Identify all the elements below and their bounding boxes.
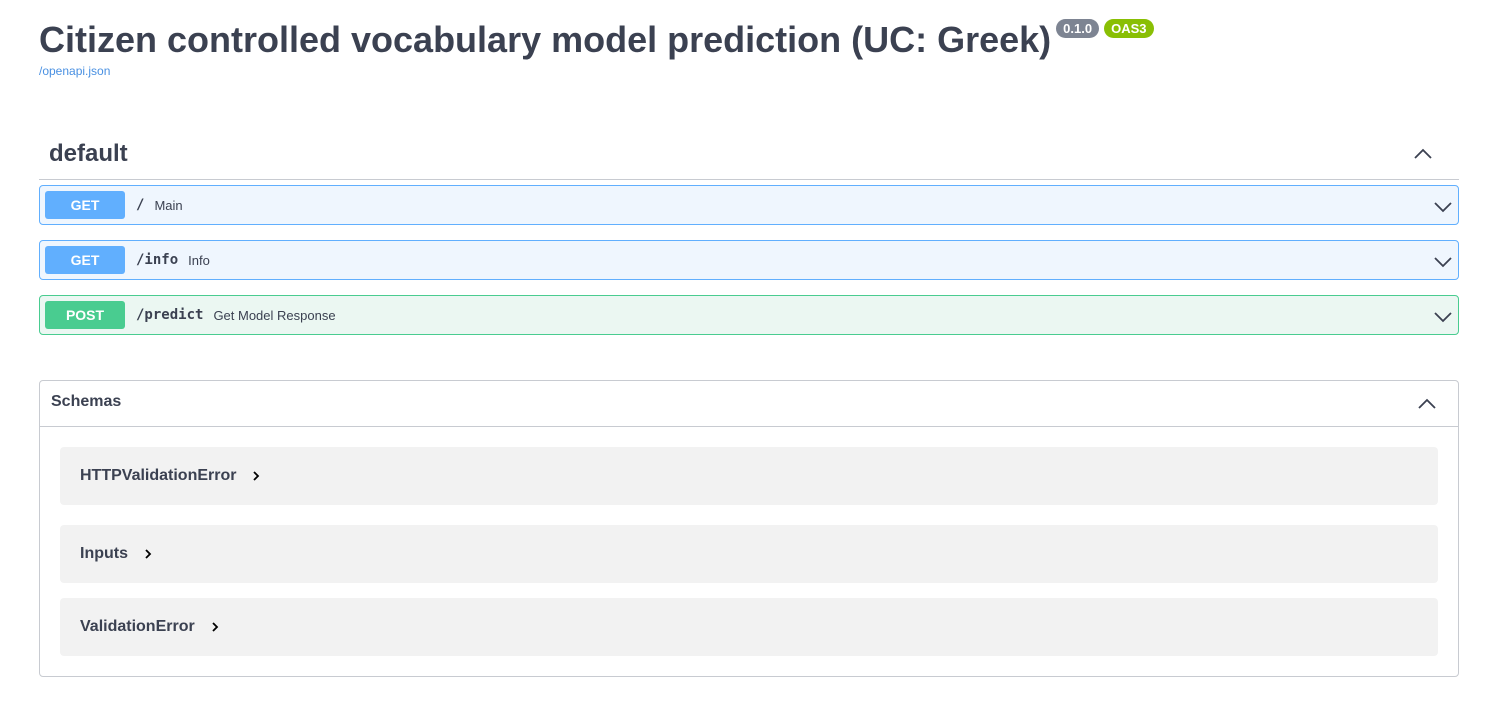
chevron-right-icon[interactable] [140, 546, 156, 562]
chevron-down-icon[interactable] [1432, 195, 1454, 217]
badges: 0.1.0 OAS3 [1056, 19, 1154, 38]
method-badge: GET [45, 246, 125, 274]
model-httpvalidationerror[interactable]: HTTPValidationError [60, 447, 1438, 505]
operation-post-predict[interactable]: POST /predict Get Model Response [39, 295, 1459, 335]
chevron-up-icon[interactable] [1416, 393, 1438, 415]
model-name: ValidationError [80, 618, 195, 635]
chevron-right-icon[interactable] [248, 468, 264, 484]
method-badge: POST [45, 301, 125, 329]
tag-name: default [49, 140, 128, 167]
model-validationerror[interactable]: ValidationError [60, 598, 1438, 656]
schemas-title: Schemas [51, 393, 122, 410]
method-badge: GET [45, 191, 125, 219]
schemas-section: Schemas HTTPValidationError Inputs Valid… [39, 380, 1459, 677]
oas-badge: OAS3 [1104, 19, 1154, 38]
info-header: Citizen controlled vocabulary model pred… [39, 18, 1154, 62]
chevron-right-icon[interactable] [207, 619, 223, 635]
tag-section-default[interactable]: default [39, 130, 1459, 180]
version-badge: 0.1.0 [1056, 19, 1100, 38]
openapi-json-link[interactable]: /openapi.json [39, 64, 110, 78]
model-name: Inputs [80, 545, 128, 562]
operation-path: /predict [136, 307, 204, 323]
schemas-header[interactable]: Schemas [40, 381, 1458, 427]
chevron-up-icon[interactable] [1413, 144, 1433, 164]
operation-path: / [136, 197, 145, 213]
operation-summary: Main [154, 197, 183, 213]
operation-summary: Info [188, 252, 210, 268]
model-name: HTTPValidationError [80, 467, 237, 484]
chevron-down-icon[interactable] [1432, 250, 1454, 272]
chevron-down-icon[interactable] [1432, 305, 1454, 327]
operation-get-root[interactable]: GET / Main [39, 185, 1459, 225]
operation-summary: Get Model Response [213, 307, 336, 323]
operation-get-info[interactable]: GET /info Info [39, 240, 1459, 280]
operation-path: /info [136, 252, 179, 268]
model-inputs[interactable]: Inputs [60, 525, 1438, 583]
api-title: Citizen controlled vocabulary model pred… [39, 19, 1052, 60]
